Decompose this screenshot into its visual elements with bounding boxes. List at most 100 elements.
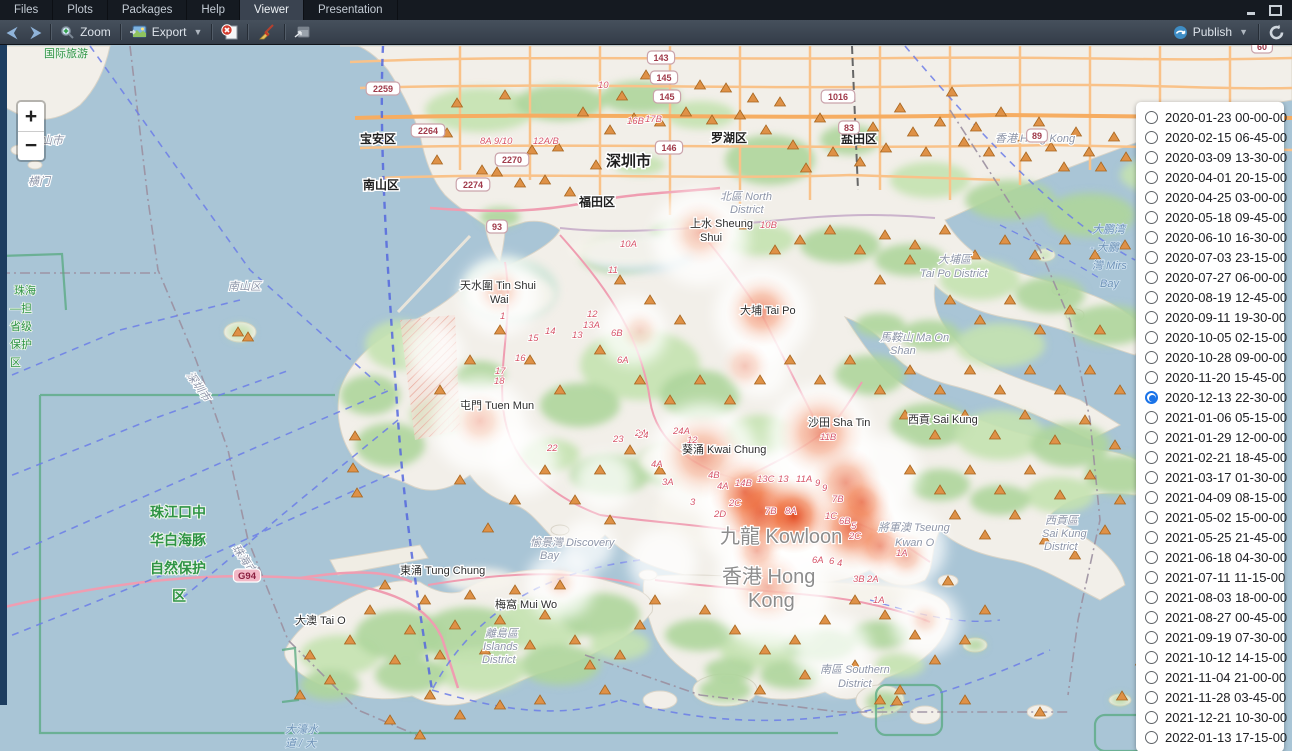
radio-icon[interactable] (1145, 451, 1158, 464)
timeline-option[interactable]: 2020-12-13 22-30-00 (1145, 387, 1284, 407)
tab-packages[interactable]: Packages (108, 0, 188, 20)
timeline-option[interactable]: 2020-11-20 15-45-00 (1145, 367, 1284, 387)
radio-icon[interactable] (1145, 551, 1158, 564)
back-button[interactable]: ⮜ (0, 20, 24, 44)
timeline-option[interactable]: 2020-06-10 16-30-00 (1145, 227, 1284, 247)
timeline-option[interactable]: 2020-07-27 06-00-00 (1145, 267, 1284, 287)
radio-icon[interactable] (1145, 671, 1158, 684)
radio-icon[interactable] (1145, 431, 1158, 444)
radio-icon[interactable] (1145, 571, 1158, 584)
timeline-option[interactable]: 2021-01-06 05-15-00 (1145, 407, 1284, 427)
timeline-option[interactable]: 2021-12-21 10-30-00 (1145, 707, 1284, 727)
radio-icon[interactable] (1145, 291, 1158, 304)
timeline-option[interactable]: 2021-05-02 15-00-00 (1145, 507, 1284, 527)
route-number-label: 12 (587, 309, 598, 320)
timeline-option[interactable]: 2020-08-19 12-45-00 (1145, 287, 1284, 307)
timeline-option[interactable]: 2020-09-11 19-30-00 (1145, 307, 1284, 327)
timeline-option[interactable]: 2021-03-17 01-30-00 (1145, 467, 1284, 487)
timeline-option[interactable]: 2021-08-03 18-00-00 (1145, 587, 1284, 607)
radio-icon[interactable] (1145, 371, 1158, 384)
radio-icon[interactable] (1145, 591, 1158, 604)
radio-icon[interactable] (1145, 211, 1158, 224)
publish-button[interactable]: Publish ▼ (1165, 25, 1256, 40)
clear-viewer-button[interactable] (250, 20, 282, 44)
radio-icon[interactable] (1145, 411, 1158, 424)
map-label: 大鹏湾 (1092, 223, 1127, 236)
map-label: 西貢 Sai Kung (908, 413, 978, 426)
timeline-option[interactable]: 2021-05-25 21-45-00 (1145, 527, 1284, 547)
road-shield-label: 143 (653, 53, 668, 63)
map-label: 馬鞍山 Ma On (880, 331, 949, 344)
timeline-option[interactable]: 2021-11-04 21-00-00 (1145, 667, 1284, 687)
radio-icon[interactable] (1145, 311, 1158, 324)
timeline-option[interactable]: 2020-02-15 06-45-00 (1145, 127, 1284, 147)
route-number-label: 13 (572, 330, 583, 341)
refresh-button[interactable] (1261, 20, 1292, 44)
remove-viewer-item-button[interactable] (214, 20, 245, 44)
timeline-option[interactable]: 2021-11-28 03-45-00 (1145, 687, 1284, 707)
radio-icon[interactable] (1145, 491, 1158, 504)
map-label: 宝安区 (360, 131, 396, 146)
tab-help[interactable]: Help (187, 0, 240, 20)
timeline-option[interactable]: 2021-07-11 11-15-00 (1145, 567, 1284, 587)
timeline-option[interactable]: 2020-04-01 20-15-00 (1145, 167, 1284, 187)
timeline-option-label: 2021-02-21 18-45-00 (1165, 450, 1287, 465)
radio-selected-icon[interactable] (1145, 391, 1158, 404)
radio-icon[interactable] (1145, 271, 1158, 284)
timeline-option[interactable]: 2021-01-29 12-00-00 (1145, 427, 1284, 447)
timeline-option[interactable]: 2020-10-28 09-00-00 (1145, 347, 1284, 367)
radio-icon[interactable] (1145, 251, 1158, 264)
timeline-option[interactable]: 2021-10-12 14-15-00 (1145, 647, 1284, 667)
tab-presentation[interactable]: Presentation (304, 0, 398, 20)
green-park (340, 375, 400, 415)
timeline-option-label: 2021-12-21 10-30-00 (1165, 710, 1287, 725)
timeline-option[interactable]: 2020-07-03 23-15-00 (1145, 247, 1284, 267)
tab-files[interactable]: Files (0, 0, 53, 20)
timeline-option[interactable]: 2021-02-21 18-45-00 (1145, 447, 1284, 467)
timeline-option[interactable]: 2021-06-18 04-30-00 (1145, 547, 1284, 567)
map-label: 愉景灣 Discovery (530, 536, 616, 549)
radio-icon[interactable] (1145, 111, 1158, 124)
tab-plots[interactable]: Plots (53, 0, 108, 20)
map-zoom-in-button[interactable]: + (18, 102, 44, 131)
radio-icon[interactable] (1145, 471, 1158, 484)
map-label: 上水 Sheung (690, 217, 753, 230)
map-zoom-out-button[interactable]: − (18, 131, 44, 160)
minimize-icon[interactable] (1246, 5, 1259, 16)
radio-icon[interactable] (1145, 631, 1158, 644)
road-shield-label: 2270 (502, 155, 522, 165)
radio-icon[interactable] (1145, 731, 1158, 744)
radio-icon[interactable] (1145, 651, 1158, 664)
radio-icon[interactable] (1145, 231, 1158, 244)
timeline-option[interactable]: 2022-01-13 17-15-00 (1145, 727, 1284, 747)
timeline-option[interactable]: 2021-08-27 00-45-00 (1145, 607, 1284, 627)
timeline-option[interactable]: 2020-01-23 00-00-00 (1145, 107, 1284, 127)
radio-icon[interactable] (1145, 711, 1158, 724)
radio-icon[interactable] (1145, 331, 1158, 344)
open-in-new-window-button[interactable] (287, 20, 317, 44)
map-label: 珠海 (14, 283, 36, 297)
timeline-option[interactable]: 2020-05-18 09-45-00 (1145, 207, 1284, 227)
forward-button[interactable]: ⮞ (24, 20, 48, 44)
radio-icon[interactable] (1145, 351, 1158, 364)
timeline-option[interactable]: 2020-04-25 03-00-00 (1145, 187, 1284, 207)
radio-icon[interactable] (1145, 151, 1158, 164)
timeline-option[interactable]: 2020-10-05 02-15-00 (1145, 327, 1284, 347)
timeline-option[interactable]: 2021-04-09 08-15-00 (1145, 487, 1284, 507)
radio-icon[interactable] (1145, 691, 1158, 704)
export-button[interactable]: Export ▼ (123, 20, 210, 44)
radio-icon[interactable] (1145, 131, 1158, 144)
maximize-icon[interactable] (1269, 5, 1282, 16)
radio-icon[interactable] (1145, 511, 1158, 524)
timeline-option[interactable]: 2020-03-09 13-30-00 (1145, 147, 1284, 167)
tab-viewer[interactable]: Viewer (240, 0, 304, 20)
radio-icon[interactable] (1145, 531, 1158, 544)
radio-icon[interactable] (1145, 611, 1158, 624)
zoom-button[interactable]: Zoom (53, 20, 118, 44)
window-buttons (1246, 0, 1292, 20)
timeline-option[interactable]: 2021-09-19 07-30-00 (1145, 627, 1284, 647)
radio-icon[interactable] (1145, 191, 1158, 204)
road-shield-label: 60 (1257, 45, 1267, 52)
leaflet-map[interactable]: 国际旅游中山市横门宝安区南山区南山区深圳市福田区罗湖区盐田区香港 Hong Ko… (0, 45, 1292, 751)
radio-icon[interactable] (1145, 171, 1158, 184)
